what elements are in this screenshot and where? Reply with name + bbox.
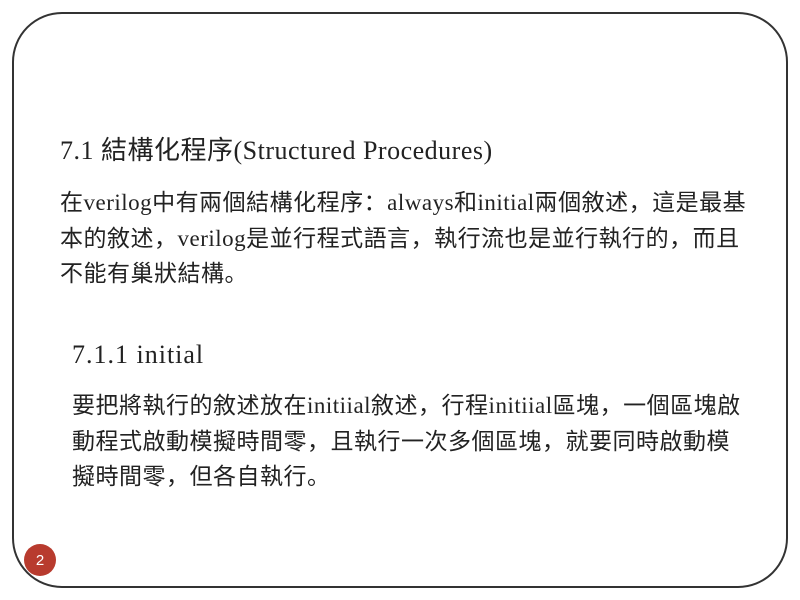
page-number-badge: 2: [24, 544, 56, 576]
section-body-1: 在verilog中有兩個結構化程序：always和initial兩個敘述，這是最…: [60, 185, 750, 292]
section-heading-1: 7.1 結構化程序(Structured Procedures): [60, 130, 750, 167]
slide-content: 7.1 結構化程序(Structured Procedures) 在verilo…: [60, 130, 750, 495]
page-number: 2: [36, 552, 44, 569]
subsection: 7.1.1 initial 要把將執行的敘述放在initiial敘述，行程ini…: [72, 340, 750, 495]
section-body-2: 要把將執行的敘述放在initiial敘述，行程initiial區塊，一個區塊啟動…: [72, 388, 750, 495]
section-heading-2: 7.1.1 initial: [72, 340, 750, 370]
